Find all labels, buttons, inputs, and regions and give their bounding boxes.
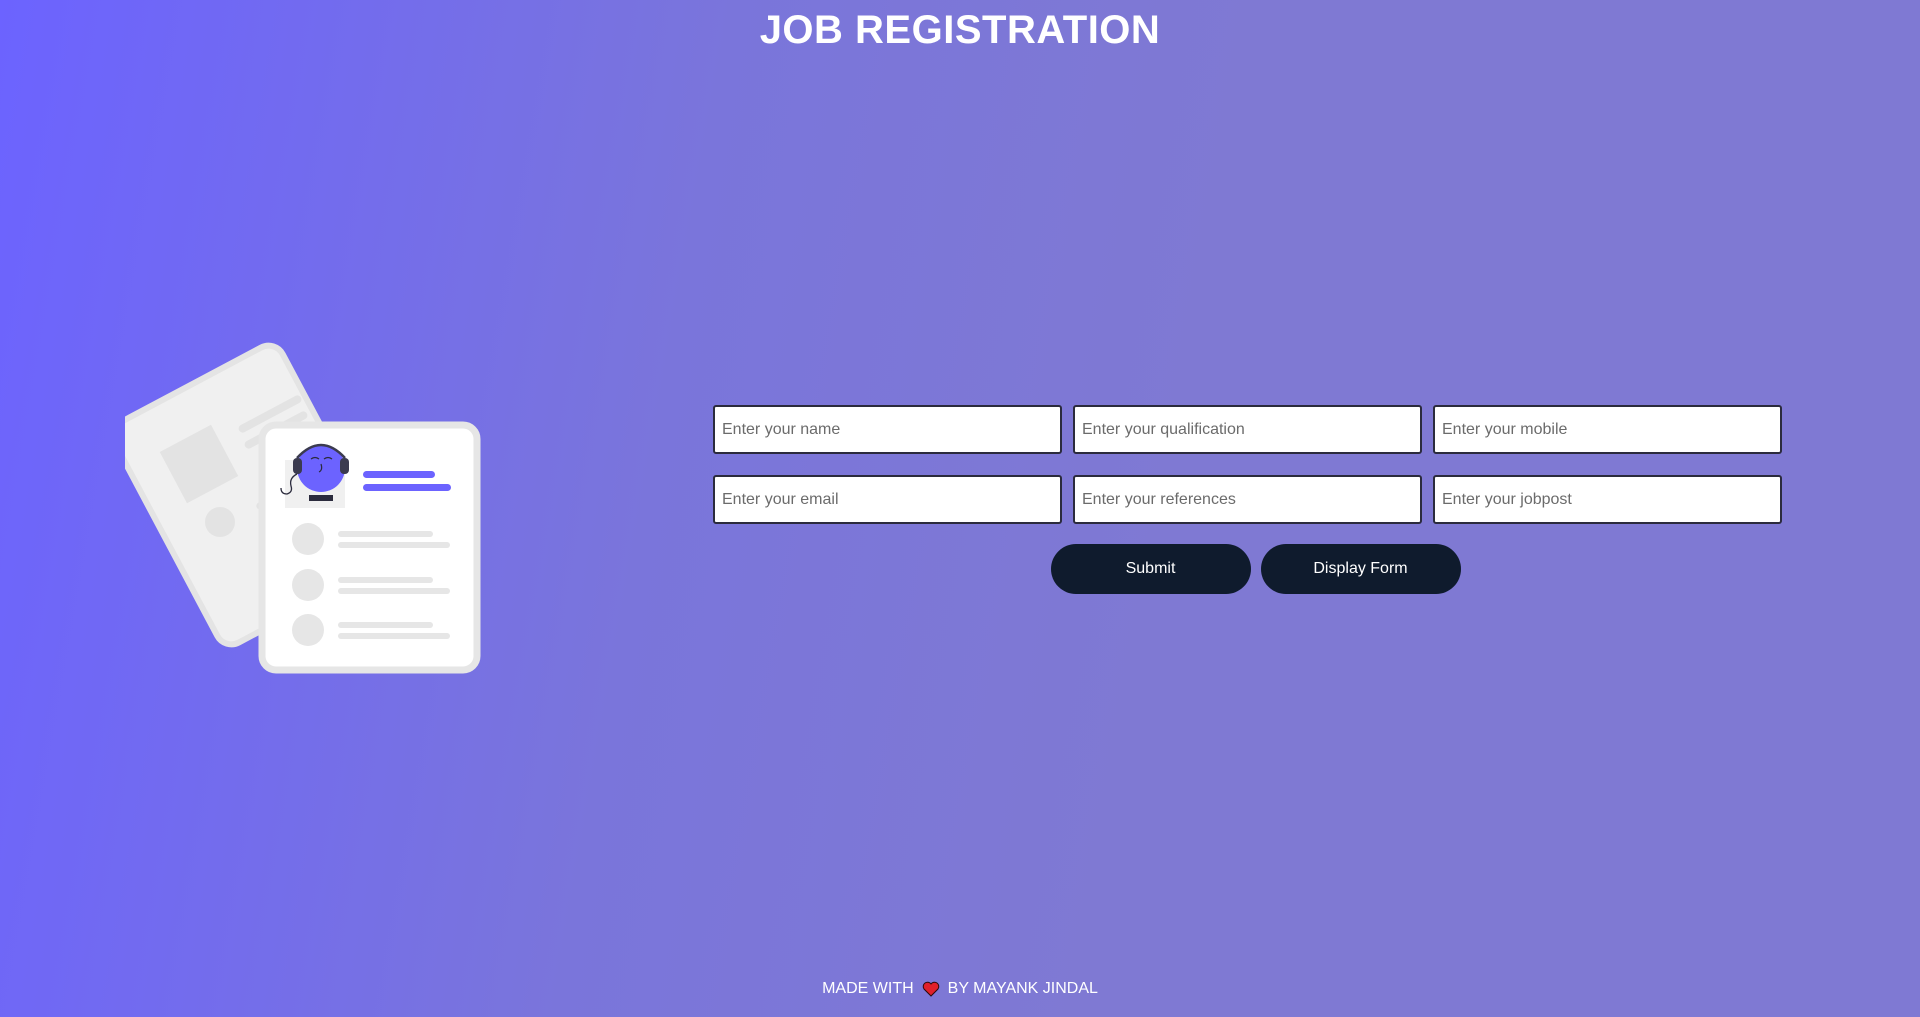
email-input[interactable] (713, 475, 1062, 524)
jobpost-input[interactable] (1433, 475, 1782, 524)
form-buttons: Submit Display Form (713, 544, 1783, 594)
name-input[interactable] (713, 405, 1062, 454)
display-form-button[interactable]: Display Form (1260, 544, 1461, 594)
page-title: JOB REGISTRATION (759, 8, 1161, 52)
footer-made-with: MADE WITH (822, 980, 914, 997)
form-row-2 (713, 475, 1783, 524)
qualification-input[interactable] (1073, 405, 1422, 454)
submit-button[interactable]: Submit (1050, 544, 1251, 594)
job-registration-form: Submit Display Form (713, 405, 1783, 594)
references-input[interactable] (1073, 475, 1422, 524)
mobile-input[interactable] (1433, 405, 1782, 454)
footer: MADE WITH BY MAYANK JINDAL (0, 980, 1920, 998)
resume-illustration (110, 340, 485, 675)
footer-author: BY MAYANK JINDAL (947, 980, 1098, 997)
form-row-1 (713, 405, 1783, 454)
heart-icon (922, 981, 940, 997)
